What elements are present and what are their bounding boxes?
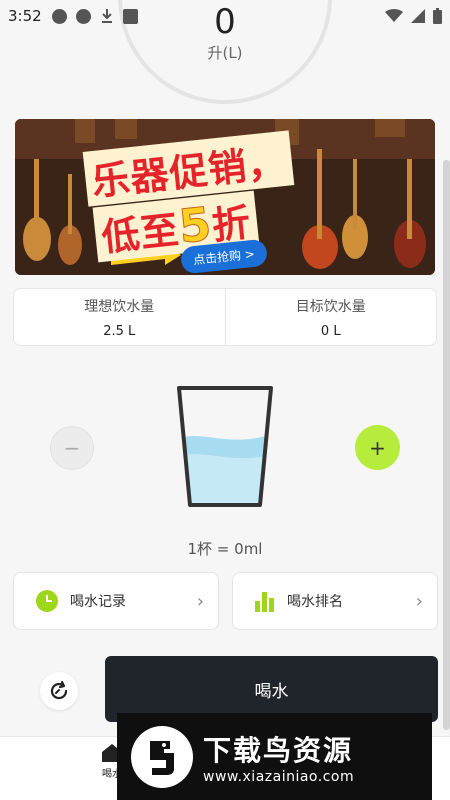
increase-cup-button[interactable]: + [355, 425, 400, 470]
notification-icon [51, 8, 67, 24]
drink-ranking-card[interactable]: 喝水排名 › [232, 572, 438, 630]
drink-ranking-label: 喝水排名 [287, 594, 343, 610]
target-intake-label: 目标饮水量 [295, 298, 366, 315]
refresh-icon [50, 680, 68, 700]
wifi-icon [385, 9, 403, 22]
status-bar: 3:52 [0, 0, 450, 32]
download-icon [101, 9, 112, 23]
gauge-unit: 升(L) [207, 44, 243, 62]
site-watermark: 下载鸟资源 www.xiazainiao.com [117, 713, 432, 800]
banner-headline-prefix: 低至 [99, 207, 182, 260]
system-icons [385, 8, 442, 24]
signal-icon [411, 9, 425, 23]
notification-icons [51, 8, 138, 24]
bar-chart-icon [255, 592, 274, 612]
ideal-intake-stat: 理想饮水量 2.5 L [14, 289, 225, 345]
clock-icon [36, 590, 58, 612]
water-cup-icon [177, 386, 273, 507]
target-intake-stat: 目标饮水量 0 L [224, 289, 437, 345]
battery-icon [433, 8, 442, 24]
drink-record-card[interactable]: 喝水记录 › [13, 572, 219, 630]
cup-size-caption: 1杯 = 0ml [187, 540, 263, 558]
ideal-intake-value: 2.5 L [103, 323, 136, 339]
sync-icon [75, 8, 91, 24]
watermark-title: 下载鸟资源 [203, 733, 354, 767]
scrollbar[interactable] [443, 160, 450, 730]
chevron-right-icon: › [415, 590, 423, 612]
minus-icon: − [63, 436, 81, 460]
plus-icon: + [369, 435, 386, 460]
status-time: 3:52 [8, 7, 42, 25]
target-intake-value: 0 L [320, 323, 341, 339]
bird-logo-icon [131, 725, 193, 788]
promo-banner[interactable]: 乐器促销， 低至5折 点击抢购 > [15, 119, 435, 275]
reset-button[interactable] [40, 672, 78, 710]
intake-stats-card: 理想饮水量 2.5 L 目标饮水量 0 L [13, 288, 437, 346]
app-icon [122, 8, 138, 24]
ideal-intake-label: 理想饮水量 [84, 298, 155, 315]
drink-record-label: 喝水记录 [70, 594, 126, 610]
watermark-url: www.xiazainiao.com [203, 768, 355, 785]
chevron-right-icon: › [196, 590, 204, 612]
decrease-cup-button[interactable]: − [50, 426, 94, 470]
